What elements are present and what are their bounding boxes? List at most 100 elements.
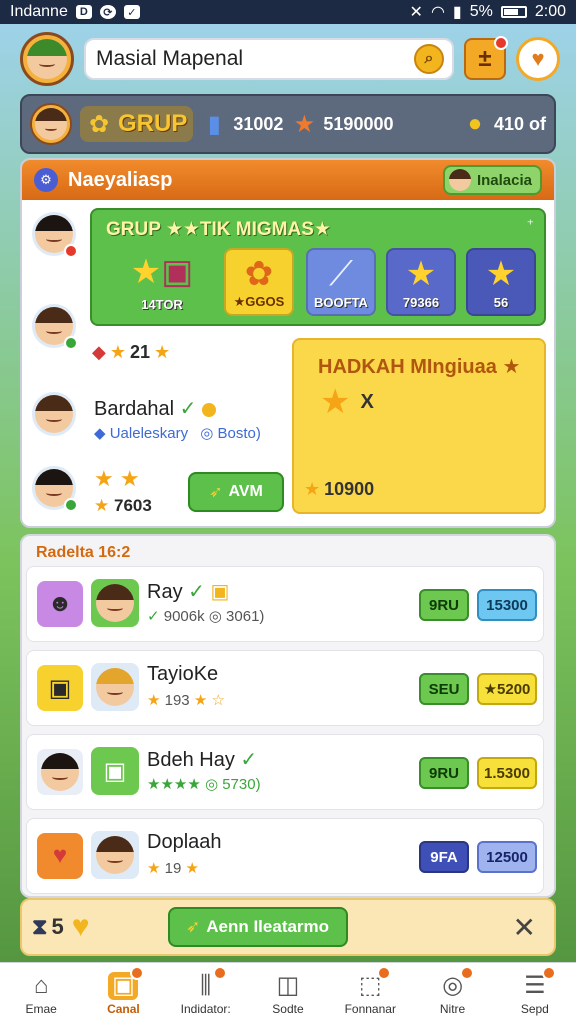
member-avatar[interactable]: [32, 392, 76, 436]
star-icon: ★: [94, 496, 110, 515]
search-input[interactable]: Masial Mapenal ⌕: [84, 38, 454, 80]
challenge-title: HADKAH MIngiuaa ★: [318, 356, 521, 378]
more-icon[interactable]: ⁺: [527, 216, 534, 233]
trophy-icon: ▣: [210, 581, 230, 603]
ruby-icon: ◆: [92, 342, 106, 362]
verified-icon: ✓: [147, 608, 160, 625]
star-icon: ★: [147, 692, 161, 709]
score-badge[interactable]: 15300: [477, 589, 537, 621]
search-value: Masial Mapenal: [96, 47, 244, 70]
settings-icon[interactable]: ⚙: [34, 168, 58, 192]
coin-icon: ●: [467, 110, 483, 137]
reward-tile-label: BOOFTA: [314, 295, 368, 310]
star-badge-icon: ★: [485, 255, 517, 293]
primary-action-button[interactable]: ➶ Aenn Ileatarmo: [167, 907, 348, 947]
top-bar: Masial Mapenal ⌕ ± ♥: [20, 32, 560, 86]
add-friend-button[interactable]: ±: [464, 36, 508, 80]
star-icon: ★: [185, 860, 199, 877]
member-face-icon: [35, 395, 73, 433]
nav-item-fonnanar[interactable]: ⬚ Fonnanar: [329, 963, 411, 1024]
group-avatar[interactable]: [30, 103, 72, 145]
member-face-icon: [96, 836, 134, 874]
nav-label: Emae: [25, 1001, 57, 1016]
battery-icon: [500, 6, 527, 18]
verified-icon: ✓: [179, 398, 197, 420]
panel-title: Naeyaliasp: [68, 168, 173, 191]
group-button[interactable]: ✿ GRUP: [80, 106, 194, 142]
claim-button-label: AVM: [228, 483, 263, 500]
score-badge[interactable]: 12500: [477, 841, 537, 873]
currency-books[interactable]: ▮ 31002: [201, 111, 284, 138]
box-icon: ▣: [91, 747, 139, 795]
rank-badge[interactable]: 9FA: [419, 841, 469, 873]
member-avatar: [91, 579, 139, 627]
member-avatar[interactable]: [32, 212, 78, 258]
plus-icon: ±: [478, 45, 492, 72]
heart-icon[interactable]: ♥: [72, 910, 90, 944]
rank-badge[interactable]: SEU: [419, 673, 469, 705]
score-badge[interactable]: 1.5300: [477, 757, 537, 789]
nav-item-indicator[interactable]: ⫼ Indidator:: [165, 963, 247, 1024]
sword-icon: ⟋: [329, 255, 353, 293]
sync-icon: ⟳: [99, 5, 116, 19]
nav-item-sepd[interactable]: ☰ Sepd: [494, 963, 576, 1024]
nav-item-home[interactable]: ⌂ Emae: [0, 963, 82, 1024]
nav-label: Sodte: [272, 1001, 304, 1016]
player-avatar[interactable]: [20, 32, 74, 86]
chest-icon: ▣: [108, 965, 145, 1000]
currency-coins-value: 410 of: [493, 113, 546, 134]
notification-badge: [494, 36, 508, 50]
group-avatar-ring: [30, 103, 72, 145]
member-avatar[interactable]: [32, 304, 78, 350]
member-face-icon: [41, 753, 79, 791]
panel-header-button[interactable]: Inalacia: [442, 165, 542, 195]
row-name: Ray ✓ ▣: [147, 581, 230, 603]
row-subtitle: ★ 19 ★: [147, 860, 199, 877]
stat-row: ◆ ★ 21 ★: [92, 342, 170, 363]
list-item[interactable]: ▣ Bdeh Hay ✓ ★★★★ ◎ 5730) 9RU 1.5300: [26, 734, 544, 810]
chest-icon: ▣: [37, 665, 83, 711]
member-avatar[interactable]: [32, 466, 78, 512]
time-icon: ◎: [200, 425, 214, 442]
list-item[interactable]: ▣ TayioKe ★ 193 ★ ☆ SEU ★5200: [26, 650, 544, 726]
group-rewards-card: GRUP ★★TIK MIGMAS★ ⁺ ★▣ 14TOR ✿ ★GGOS ⟋ …: [90, 208, 546, 326]
avatar-icon: [448, 169, 471, 191]
shop-button[interactable]: ♥: [516, 37, 560, 81]
star-icon: ★: [147, 860, 161, 877]
claim-button[interactable]: ➶ AVM: [188, 472, 284, 512]
reward-tile[interactable]: ⟋ BOOFTA: [306, 248, 376, 316]
reward-tile[interactable]: ★ 56: [466, 248, 536, 316]
rank-badge[interactable]: 9RU: [419, 757, 469, 789]
star-icon: ★: [154, 342, 171, 362]
mask-icon: ☻: [37, 581, 83, 627]
list-item[interactable]: ♥ Doplaah ★ 19 ★ 9FA 12500: [26, 818, 544, 894]
row-name: Doplaah: [147, 831, 222, 853]
reward-tile[interactable]: ★ 79366: [386, 248, 456, 316]
nav-item-canal[interactable]: ▣ Canal: [82, 963, 164, 1024]
search-icon[interactable]: ⌕: [414, 44, 444, 74]
nav-item-nitre[interactable]: ◎ Nitre: [411, 963, 493, 1024]
home-icon: ⌂: [33, 971, 49, 999]
verified-icon: ✓: [188, 581, 205, 603]
challenge-amount: ★ 10900: [304, 479, 374, 500]
score-badge[interactable]: ★5200: [477, 673, 537, 705]
counter-value: 5: [51, 914, 64, 939]
challenge-star-icon: ★ X: [320, 383, 374, 421]
currency-coins[interactable]: ● 410 of: [462, 110, 546, 137]
reward-tile-label: 14TOR: [141, 297, 183, 312]
list-item[interactable]: ☻ Ray ✓ ▣ ✓ 9006k ◎ 3061) 9RU 15300: [26, 566, 544, 642]
stat-value: 21: [129, 342, 151, 362]
cup-icon: ◫: [276, 972, 300, 999]
nav-label: Canal: [107, 1001, 140, 1016]
nav-item-sodte[interactable]: ◫ Sodte: [247, 963, 329, 1024]
star-icon: ★: [405, 255, 437, 293]
rank-badge[interactable]: 9RU: [419, 589, 469, 621]
nav-label: Fonnanar: [344, 1001, 396, 1016]
currency-stars[interactable]: ★ 5190000: [291, 111, 394, 138]
hourglass-counter[interactable]: ⧗ 5: [32, 914, 64, 940]
reward-tile[interactable]: ★▣ 14TOR: [110, 248, 214, 316]
badge-icon: [201, 402, 216, 417]
weekly-challenge-card[interactable]: HADKAH MIngiuaa ★ ★ X ★ 10900: [292, 338, 546, 514]
reward-tile[interactable]: ✿ ★GGOS: [224, 248, 294, 316]
close-icon[interactable]: ✕: [513, 911, 536, 944]
